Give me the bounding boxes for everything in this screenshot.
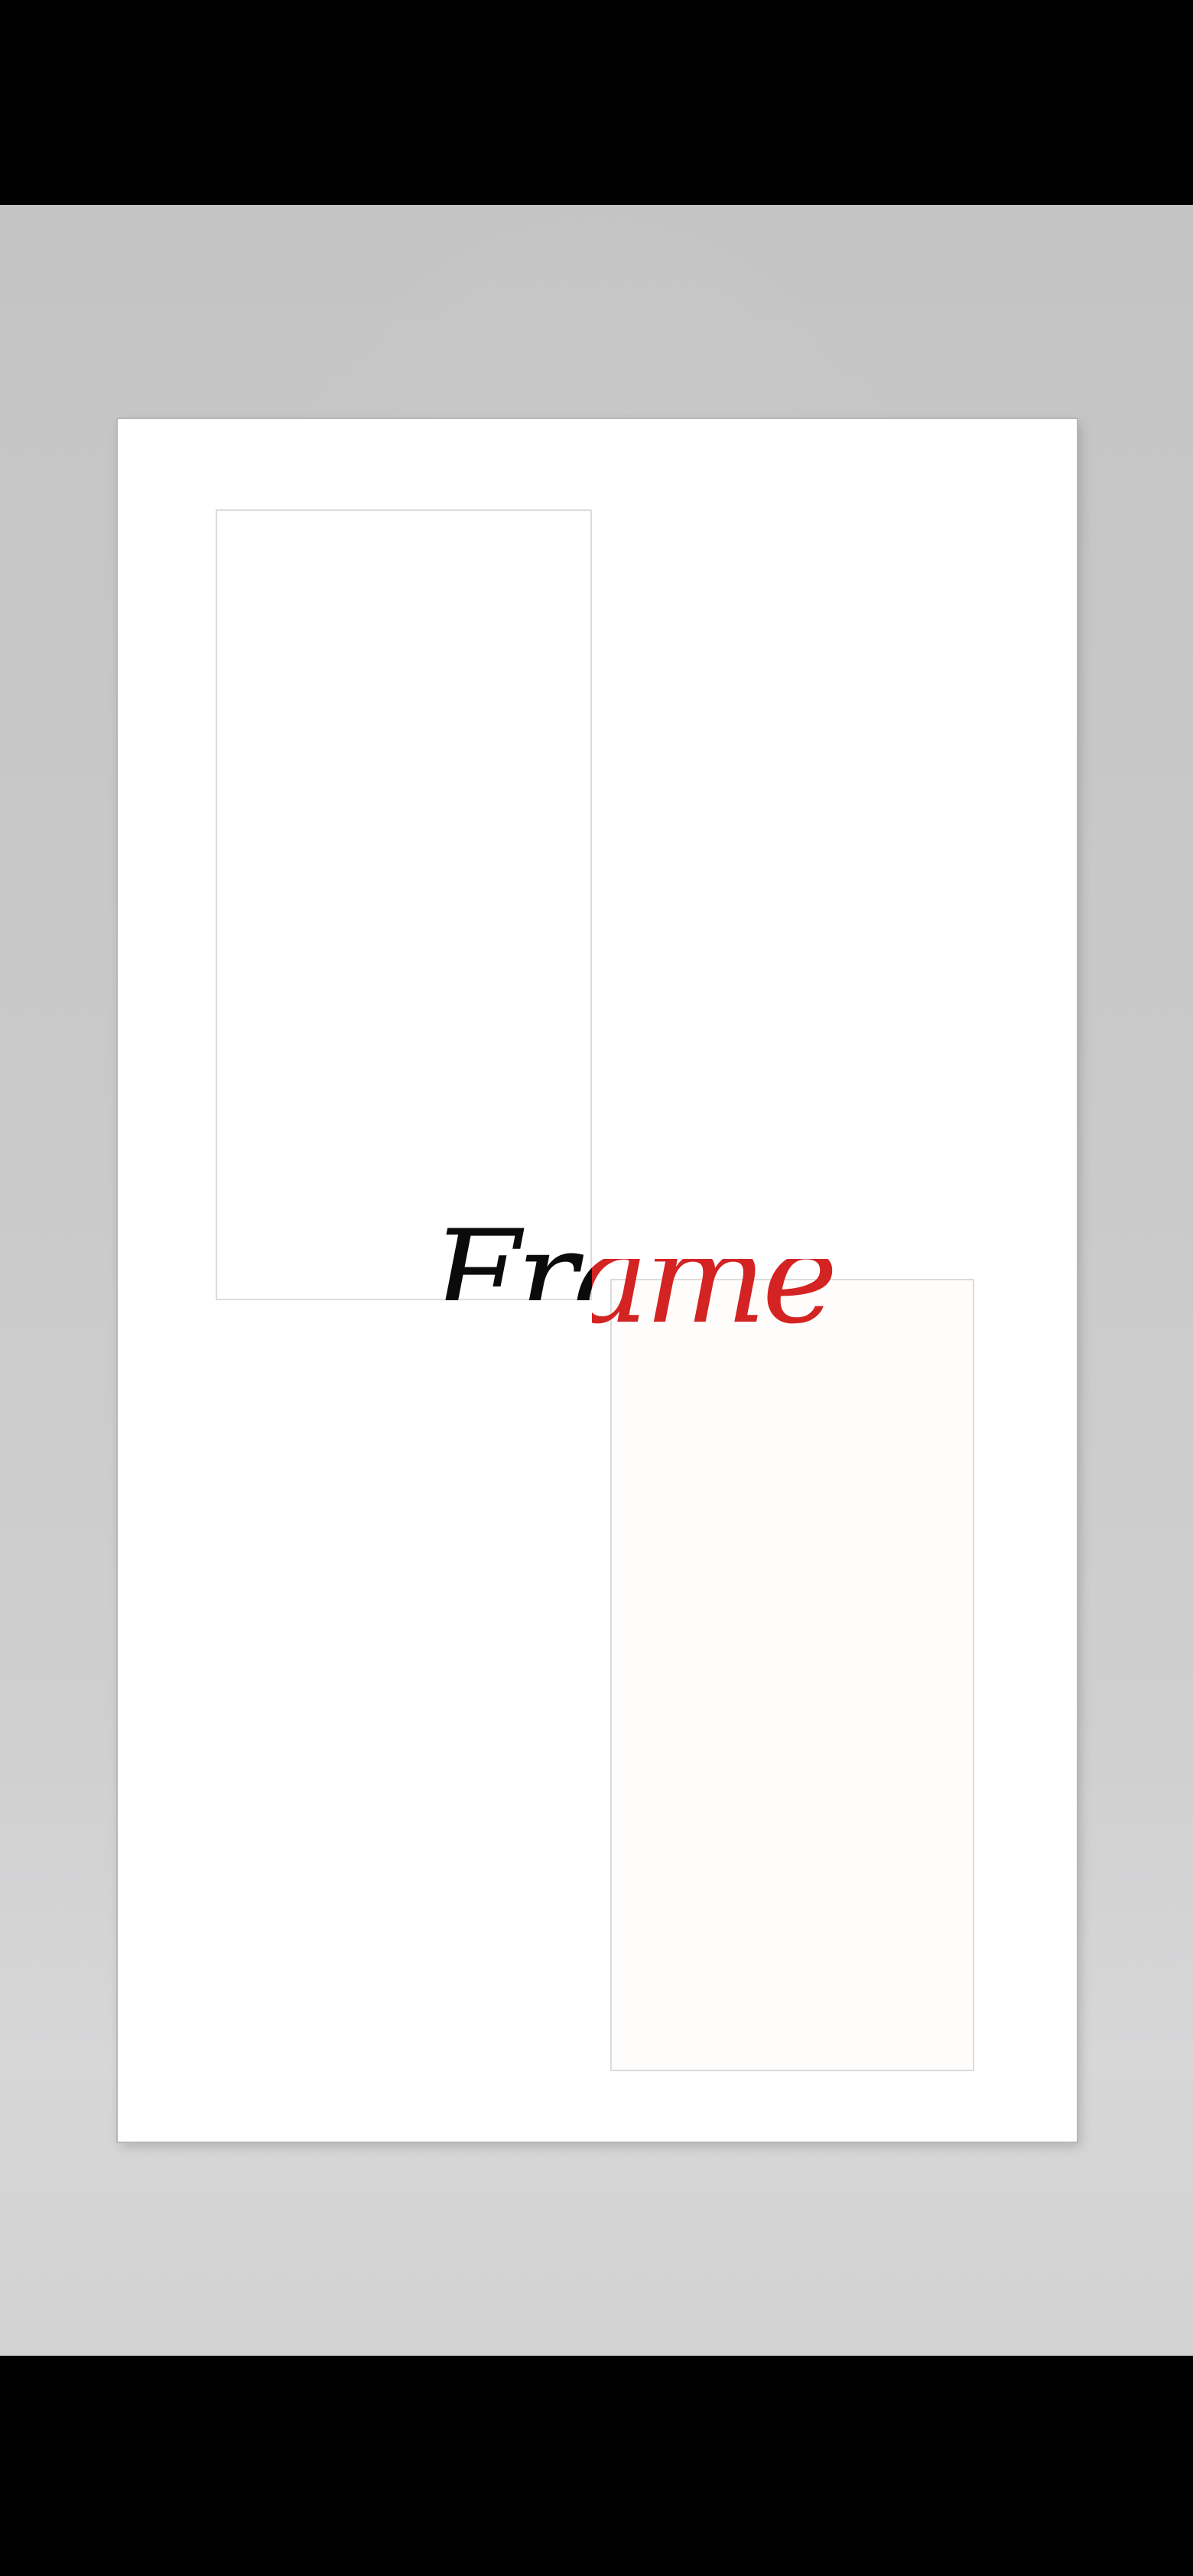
title-mask <box>592 1215 860 1259</box>
poster-title-red-part: Frame <box>592 1215 860 1358</box>
letterbox-bottom <box>0 2356 1193 2576</box>
frame-panel-top <box>216 509 592 1300</box>
poster-title-text: Frame <box>431 1215 592 1300</box>
poster-title: Frame Frame <box>431 1215 860 1360</box>
letterbox-top <box>0 0 1193 205</box>
frame-panel-bottom <box>610 1279 974 2071</box>
poster: Frame Frame <box>118 419 1077 2142</box>
poster-title-black-part: Frame <box>431 1215 592 1300</box>
